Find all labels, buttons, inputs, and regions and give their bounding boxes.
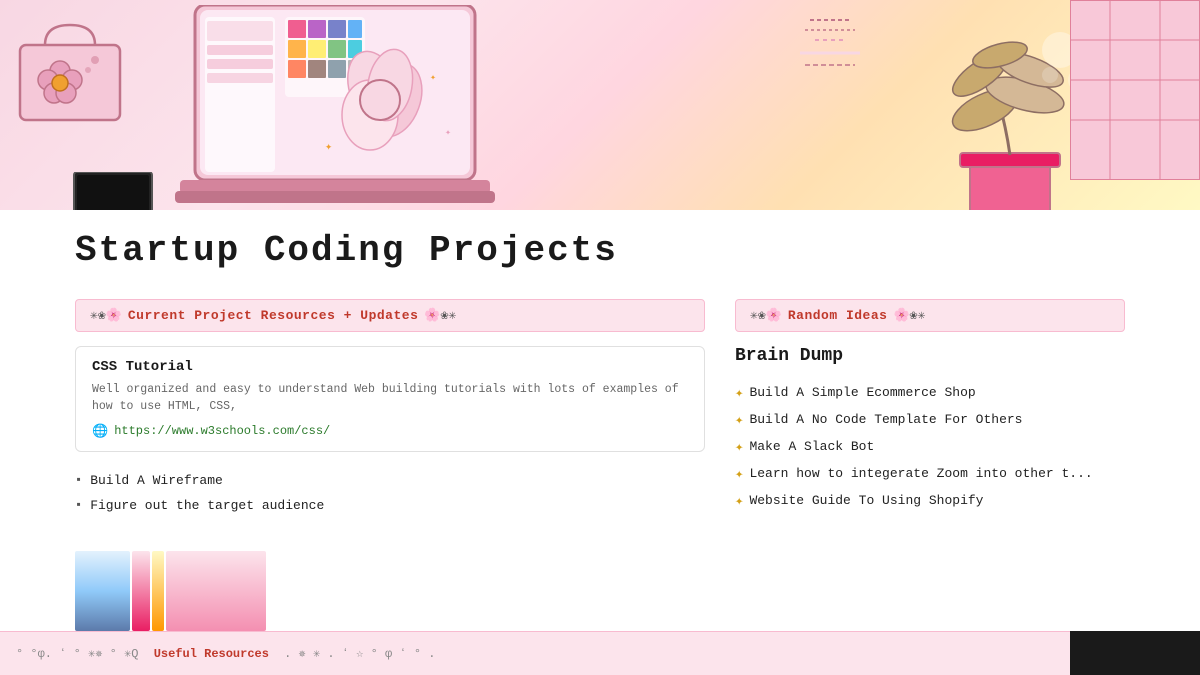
resource-card-link[interactable]: 🌐 https://www.w3schools.com/css/ [92,424,688,439]
deco-lines [800,15,860,100]
thumb-strip-1 [75,551,130,631]
idea-text: Website Guide To Using Shopify [749,493,983,508]
list-item-text: Figure out the target audience [90,498,324,513]
thumb-strip-3 [152,551,164,631]
hero-banner: ✦ ✦ ✦ [0,0,1200,210]
idea-text: Build A No Code Template For Others [749,412,1022,427]
idea-item: ✦ Website Guide To Using Shopify [735,488,1125,515]
sparkle-icon: ✦ [735,466,743,483]
columns-layout: ✳❀🌸 Current Project Resources + Updates … [75,299,1125,518]
idea-item: ✦ Make A Slack Bot [735,434,1125,461]
thumb-strip-4 [166,551,266,631]
list-item-text: Build A Wireframe [90,473,223,488]
page-title: Startup Coding Projects [75,230,1125,271]
bottom-deco-1: ° °φ. ʻ ° ✳✵ ° ✳Q [16,646,139,661]
bottom-deco-2: . ✵ ✳ . ʻ ☆ ° φ ʻ ° . [284,646,435,661]
idea-item: ✦ Build A Simple Ecommerce Shop [735,380,1125,407]
svg-text:✦: ✦ [430,73,436,84]
bottom-bar: ° °φ. ʻ ° ✳✵ ° ✳Q Useful Resources . ✵ ✳… [0,631,1200,675]
bag-illustration [10,15,130,125]
left-header-deco-right: 🌸❀✳ [424,308,456,323]
idea-item: ✦ Build A No Code Template For Others [735,407,1125,434]
svg-text:✦: ✦ [445,128,451,139]
right-section-header: ✳❀🌸 Random Ideas 🌸❀✳ [735,299,1125,332]
thumb-strip-2 [132,551,150,631]
resource-card: CSS Tutorial Well organized and easy to … [75,346,705,452]
sparkle-icon: ✦ [735,412,743,429]
right-header-deco-left: ✳❀🌸 [750,308,782,323]
sparkle-icon: ✦ [735,385,743,402]
right-box-illustration [1070,0,1200,180]
sparkle-icon: ✦ [735,439,743,456]
useful-resources-label: Useful Resources [154,647,269,661]
idea-text: Learn how to integerate Zoom into other … [749,466,1092,481]
dark-strip [1070,631,1200,675]
main-content: Startup Coding Projects ✳❀🌸 Current Proj… [0,210,1200,518]
link-url: https://www.w3schools.com/css/ [114,424,330,438]
resource-card-desc: Well organized and easy to understand We… [92,381,688,416]
laptop-main-illustration: ✦ ✦ ✦ [175,5,495,210]
right-column: ✳❀🌸 Random Ideas 🌸❀✳ Brain Dump ✦ Build … [735,299,1125,518]
left-header-title: Current Project Resources + Updates [128,308,419,323]
link-icon: 🌐 [92,424,108,439]
right-header-deco-right: 🌸❀✳ [893,308,925,323]
left-header-deco-left: ✳❀🌸 [90,308,122,323]
idea-list: ✦ Build A Simple Ecommerce Shop ✦ Build … [735,380,1125,515]
laptop-small-icon [68,172,158,210]
brain-dump-title: Brain Dump [735,346,1125,366]
list-item: Build A Wireframe [75,468,705,493]
thumbnail-strips [75,551,266,631]
resource-card-title: CSS Tutorial [92,359,688,375]
right-header-title: Random Ideas [788,308,888,323]
bullet-list: Build A Wireframe Figure out the target … [75,468,705,518]
bottom-bar-text: ° °φ. ʻ ° ✳✵ ° ✳Q Useful Resources . ✵ ✳… [16,646,435,661]
idea-item: ✦ Learn how to integerate Zoom into othe… [735,461,1125,488]
idea-text: Build A Simple Ecommerce Shop [749,385,975,400]
svg-text:✦: ✦ [325,140,332,154]
left-section-header: ✳❀🌸 Current Project Resources + Updates … [75,299,705,332]
list-item: Figure out the target audience [75,493,705,518]
left-column: ✳❀🌸 Current Project Resources + Updates … [75,299,705,518]
sparkle-icon: ✦ [735,493,743,510]
idea-text: Make A Slack Bot [749,439,874,454]
